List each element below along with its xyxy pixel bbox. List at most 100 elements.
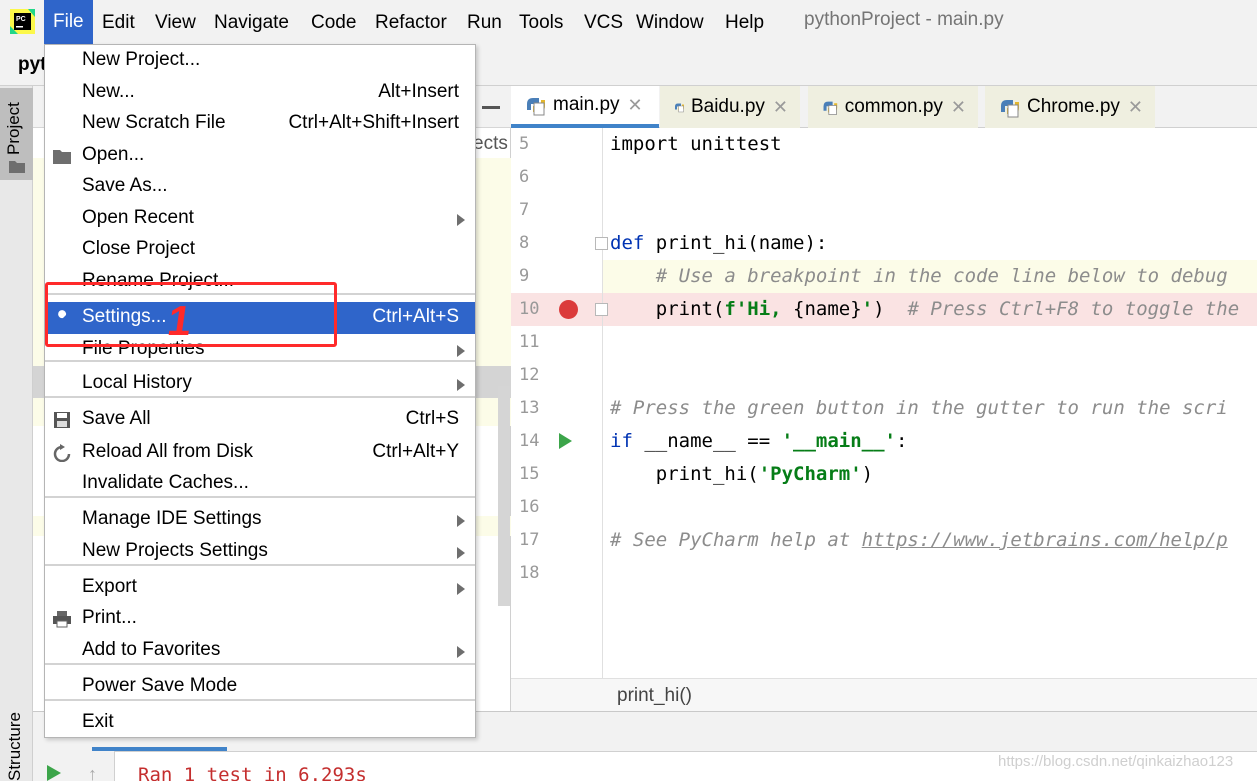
menu-view[interactable]: View (155, 11, 196, 35)
menu-separator (45, 663, 475, 665)
code-token: : (896, 430, 908, 452)
breakpoint-icon[interactable] (559, 300, 578, 319)
file-menu-item-print[interactable]: Print... (45, 603, 475, 635)
file-menu-item-manage-ide-settings[interactable]: Manage IDE Settings (45, 504, 475, 536)
code-line: # Press the green button in the gutter t… (610, 392, 1228, 425)
file-menu-item-label: Local History (82, 372, 192, 393)
code-line: def print_hi(name): (610, 227, 827, 260)
file-menu-item-label: Exit (82, 711, 114, 732)
line-number: 16 (519, 497, 540, 517)
file-menu-item-label: New... (82, 81, 135, 102)
editor-tabs: main.py ✕ Baidu.py ✕ common.py ✕ Chrome.… (511, 86, 1257, 128)
folder-icon (53, 150, 71, 164)
menu-run[interactable]: Run (467, 11, 502, 35)
file-menu-item-open[interactable]: Open... (45, 140, 475, 172)
submenu-arrow-icon (457, 646, 465, 658)
code-line: print_hi('PyCharm') (610, 458, 873, 491)
file-menu-item-label: Power Save Mode (82, 675, 238, 696)
file-menu-item-save-as[interactable]: Save As... (45, 171, 475, 203)
menu-separator (45, 699, 475, 701)
menu-edit[interactable]: Edit (102, 11, 135, 35)
reload-icon (53, 444, 71, 462)
line-number: 15 (519, 464, 540, 484)
close-icon[interactable]: ✕ (951, 97, 966, 118)
code-token: '__main__' (781, 430, 896, 452)
close-icon[interactable]: ✕ (628, 95, 643, 116)
arrow-up-icon[interactable]: ↑ (88, 764, 97, 781)
menu-vcs[interactable]: VCS (584, 11, 623, 35)
menu-file[interactable]: File (44, 0, 93, 44)
file-menu-item-save-all[interactable]: Save All Ctrl+S (45, 404, 475, 436)
tab-main-py[interactable]: main.py ✕ (511, 86, 659, 128)
file-menu-item-new[interactable]: New... Alt+Insert (45, 77, 475, 109)
close-icon[interactable]: ✕ (773, 97, 788, 118)
menu-refactor[interactable]: Refactor (375, 11, 447, 35)
python-file-icon (674, 103, 684, 113)
menu-code[interactable]: Code (311, 11, 356, 35)
close-icon[interactable]: ✕ (1128, 97, 1143, 118)
run-gutter-icon[interactable] (559, 433, 572, 449)
fold-marker-icon[interactable] (595, 303, 608, 316)
file-menu-item-label: Save As... (82, 175, 168, 196)
file-menu-item-label: Open Recent (82, 207, 194, 228)
code-token: f'Hi, (724, 298, 794, 320)
project-tool-label: Project (4, 102, 23, 155)
file-menu-item-label: Export (82, 576, 137, 597)
tab-common-py[interactable]: common.py ✕ (808, 86, 978, 128)
file-menu-item-new-scratch-file[interactable]: New Scratch File Ctrl+Alt+Shift+Insert (45, 108, 475, 140)
line-number: 11 (519, 332, 540, 352)
python-file-icon (1000, 100, 1019, 118)
fold-marker-icon[interactable] (595, 237, 608, 250)
file-menu-item-export[interactable]: Export (45, 572, 475, 604)
file-menu-item-label: Save All (82, 408, 151, 429)
file-menu-item-reload-all-from-disk[interactable]: Reload All from Disk Ctrl+Alt+Y (45, 437, 475, 469)
line-number: 7 (519, 200, 530, 220)
file-menu-item-label: Manage IDE Settings (82, 508, 262, 529)
minimize-icon[interactable] (482, 106, 500, 109)
file-menu-item-new-project[interactable]: New Project... (45, 45, 475, 77)
file-menu-item-label: New Project... (82, 49, 201, 70)
svg-text:PC: PC (16, 16, 26, 23)
menu-navigate[interactable]: Navigate (214, 11, 289, 35)
tab-label: common.py (844, 96, 943, 117)
menu-separator (45, 396, 475, 398)
code-token: __name__ == (632, 430, 782, 452)
code-token: {name} (793, 298, 862, 320)
tab-chrome-py[interactable]: Chrome.py ✕ (985, 86, 1155, 128)
menu-window[interactable]: Window (636, 11, 704, 35)
file-menu-item-shortcut: Alt+Insert (378, 81, 459, 102)
code-token: ' (861, 298, 874, 320)
line-number: 10 (519, 299, 540, 319)
file-menu-item-shortcut: Ctrl+Alt+S (372, 306, 459, 327)
editor-breadcrumb: print_hi() (511, 678, 1257, 711)
code-editor[interactable]: 5 6 7 8 9 10 11 12 13 14 15 16 17 18 import unittest d… (511, 128, 1257, 678)
watermark: https://blog.csdn.net/qinkaizhao123 (998, 753, 1234, 770)
code-token: print( (610, 298, 725, 320)
file-menu-dropdown: New Project... New... Alt+Insert New Scratc… (44, 44, 476, 738)
menu-help[interactable]: Help (725, 11, 764, 35)
line-number: 12 (519, 365, 540, 385)
file-menu-item-open-recent[interactable]: Open Recent (45, 203, 475, 235)
project-panel-scrollbar[interactable] (498, 386, 510, 606)
file-menu-item-label: Close Project (82, 238, 195, 259)
file-menu-item-exit[interactable]: Exit (45, 707, 475, 739)
code-token: import unittest (610, 133, 782, 155)
line-number: 5 (519, 134, 530, 154)
submenu-arrow-icon (457, 379, 465, 391)
line-number: 6 (519, 167, 530, 187)
code-token: # See PyCharm help at (610, 529, 862, 551)
code-line: # See PyCharm help at https://www.jetbra… (610, 524, 1228, 557)
menu-tools[interactable]: Tools (519, 11, 563, 35)
menu-bar: PC File Edit View Navigate Code Refactor… (0, 0, 1257, 44)
code-token: # Press Ctrl+F8 to toggle the (907, 298, 1240, 320)
line-number: 9 (519, 266, 530, 286)
breadcrumb-function[interactable]: print_hi() (617, 685, 692, 707)
breadcrumb-project[interactable]: pyt (18, 54, 47, 76)
rerun-icon[interactable] (47, 765, 61, 781)
structure-tool-window-button[interactable]: Structure (5, 712, 25, 781)
file-menu-item-shortcut: Ctrl+Alt+Shift+Insert (288, 112, 459, 133)
code-line: if __name__ == '__main__': (610, 425, 907, 458)
tab-baidu-py[interactable]: Baidu.py ✕ (660, 86, 800, 128)
file-menu-item-close-project[interactable]: Close Project (45, 234, 475, 266)
